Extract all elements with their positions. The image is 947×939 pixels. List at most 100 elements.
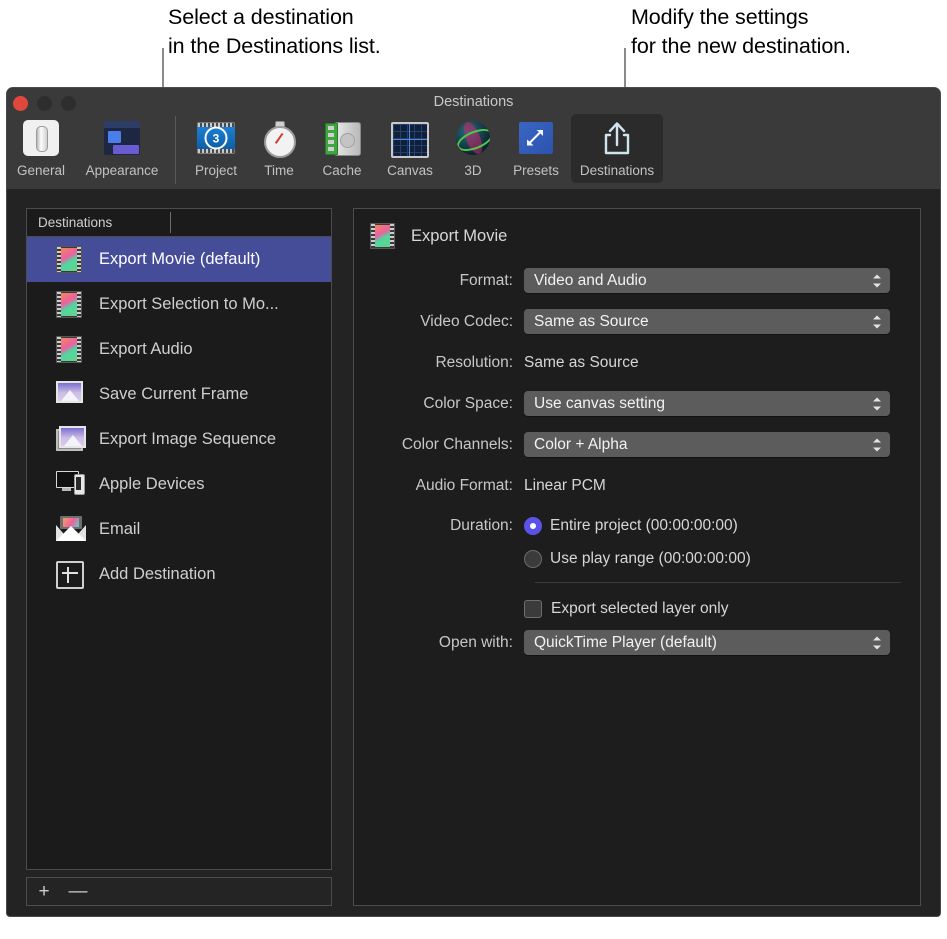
list-item-add-destination[interactable]: Add Destination (27, 552, 331, 597)
radio-unselected-icon (524, 550, 542, 568)
toolbar-label-destinations: Destinations (580, 163, 654, 178)
video-codec-select[interactable]: Same as Source (524, 309, 890, 334)
radio-selected-icon (524, 517, 542, 535)
remove-destination-button[interactable]: — (61, 882, 95, 901)
list-item-label: Save Current Frame (99, 385, 248, 404)
duration-radio-entire-project[interactable]: Entire project (00:00:00:00) (524, 517, 738, 535)
preferences-content: Destinations Export Movie (default) Expo… (7, 189, 940, 916)
open-with-value: QuickTime Player (default) (534, 634, 717, 652)
chevron-updown-icon (872, 395, 883, 412)
destinations-list-header: Destinations (27, 209, 331, 237)
field-format: Format: Video and Audio (354, 264, 920, 297)
toolbar-item-destinations[interactable]: Destinations (571, 114, 663, 183)
settings-header: Export Movie (354, 209, 920, 249)
toolbar-item-canvas[interactable]: Canvas (377, 114, 443, 183)
list-item-export-selection[interactable]: Export Selection to Mo... (27, 282, 331, 327)
field-label: Audio Format: (354, 477, 524, 495)
field-audio-format: Audio Format: Linear PCM (354, 469, 920, 502)
toolbar-label-general: General (17, 163, 65, 178)
field-label: Open with: (354, 634, 524, 652)
toolbar-label-cache: Cache (322, 163, 361, 178)
envelope-icon (56, 516, 84, 544)
field-video-codec: Video Codec: Same as Source (354, 305, 920, 338)
color-space-select[interactable]: Use canvas setting (524, 391, 890, 416)
color-channels-select[interactable]: Color + Alpha (524, 432, 890, 457)
export-selected-layer-checkbox[interactable]: Export selected layer only (524, 600, 728, 618)
toolbar-item-3d[interactable]: 3D (445, 114, 501, 183)
field-label: Format: (354, 272, 524, 290)
switch-icon (21, 118, 61, 158)
field-label: Color Channels: (354, 436, 524, 454)
list-item-label: Add Destination (99, 565, 216, 584)
preferences-window: Destinations General Appearance 3 (7, 88, 940, 916)
list-item-export-audio[interactable]: Export Audio (27, 327, 331, 372)
duration-radio-play-range[interactable]: Use play range (00:00:00:00) (524, 550, 751, 568)
toolbar-item-time[interactable]: Time (251, 114, 307, 183)
toolbar-divider (175, 116, 176, 184)
harddrive-icon (322, 118, 362, 158)
list-item-label: Email (99, 520, 140, 539)
field-label: Duration: (354, 517, 524, 535)
settings-form: Format: Video and Audio Video Codec: Sam… (354, 264, 920, 659)
toolbar-label-3d: 3D (464, 163, 481, 178)
filmstrip-icon (56, 246, 84, 274)
format-select[interactable]: Video and Audio (524, 268, 890, 293)
destination-settings-panel: Export Movie Format: Video and Audio Vid… (353, 208, 921, 906)
filmstrip-icon (56, 336, 84, 364)
list-item-email[interactable]: Email (27, 507, 331, 552)
chevron-updown-icon (872, 272, 883, 289)
checkbox-unchecked-icon (524, 600, 542, 618)
field-export-selected-layer: Export selected layer only (354, 593, 920, 624)
list-item-label: Export Image Sequence (99, 430, 276, 449)
add-destination-button[interactable]: + (27, 882, 61, 901)
chevron-updown-icon (872, 436, 883, 453)
resolution-value: Same as Source (524, 354, 639, 372)
list-item-export-image-sequence[interactable]: Export Image Sequence (27, 417, 331, 462)
format-value: Video and Audio (534, 272, 647, 290)
resize-arrow-icon (516, 118, 556, 158)
field-label: Color Space: (354, 395, 524, 413)
open-with-select[interactable]: QuickTime Player (default) (524, 630, 890, 655)
list-bottom-toolbar: + — (26, 877, 332, 906)
toolbar-item-appearance[interactable]: Appearance (76, 114, 168, 183)
column-divider (170, 212, 171, 233)
toolbar-label-presets: Presets (513, 163, 559, 178)
filmstrip-icon (370, 223, 395, 249)
settings-title: Export Movie (411, 227, 507, 246)
color-space-value: Use canvas setting (534, 395, 665, 413)
grid-canvas-icon (390, 118, 430, 158)
toolbar-item-cache[interactable]: Cache (309, 114, 375, 183)
toolbar-label-project: Project (195, 163, 237, 178)
share-export-icon (597, 118, 637, 158)
window-title: Destinations (7, 94, 940, 110)
audio-format-value: Linear PCM (524, 477, 606, 495)
toolbar-item-presets[interactable]: Presets (503, 114, 569, 183)
list-item-save-current-frame[interactable]: Save Current Frame (27, 372, 331, 417)
list-item-label: Apple Devices (99, 475, 204, 494)
filmstrip-3-icon: 3 (196, 118, 236, 158)
separator-holder (354, 582, 920, 583)
radio-label: Entire project (00:00:00:00) (550, 517, 738, 535)
chevron-updown-icon (872, 634, 883, 651)
field-open-with: Open with: QuickTime Player (default) (354, 626, 920, 659)
field-color-channels: Color Channels: Color + Alpha (354, 428, 920, 461)
field-label: Resolution: (354, 354, 524, 372)
stopwatch-icon (259, 118, 299, 158)
list-item-apple-devices[interactable]: Apple Devices (27, 462, 331, 507)
callout-text-left: Select a destination in the Destinations… (168, 3, 381, 61)
devices-icon (56, 471, 84, 499)
preferences-toolbar: General Appearance 3 Project (7, 114, 664, 184)
field-resolution: Resolution: Same as Source (354, 346, 920, 379)
photo-stack-icon (56, 426, 84, 454)
list-item-export-movie[interactable]: Export Movie (default) (27, 237, 331, 282)
field-duration: Duration: Entire project (00:00:00:00) (354, 510, 920, 541)
plus-box-icon (56, 561, 84, 589)
sphere-3d-icon (453, 118, 493, 158)
filmstrip-icon (56, 291, 84, 319)
toolbar-item-project[interactable]: 3 Project (183, 114, 249, 183)
settings-separator (535, 582, 901, 583)
video-codec-value: Same as Source (534, 313, 649, 331)
chevron-updown-icon (872, 313, 883, 330)
toolbar-item-general[interactable]: General (8, 114, 74, 183)
checkbox-label: Export selected layer only (551, 600, 728, 618)
